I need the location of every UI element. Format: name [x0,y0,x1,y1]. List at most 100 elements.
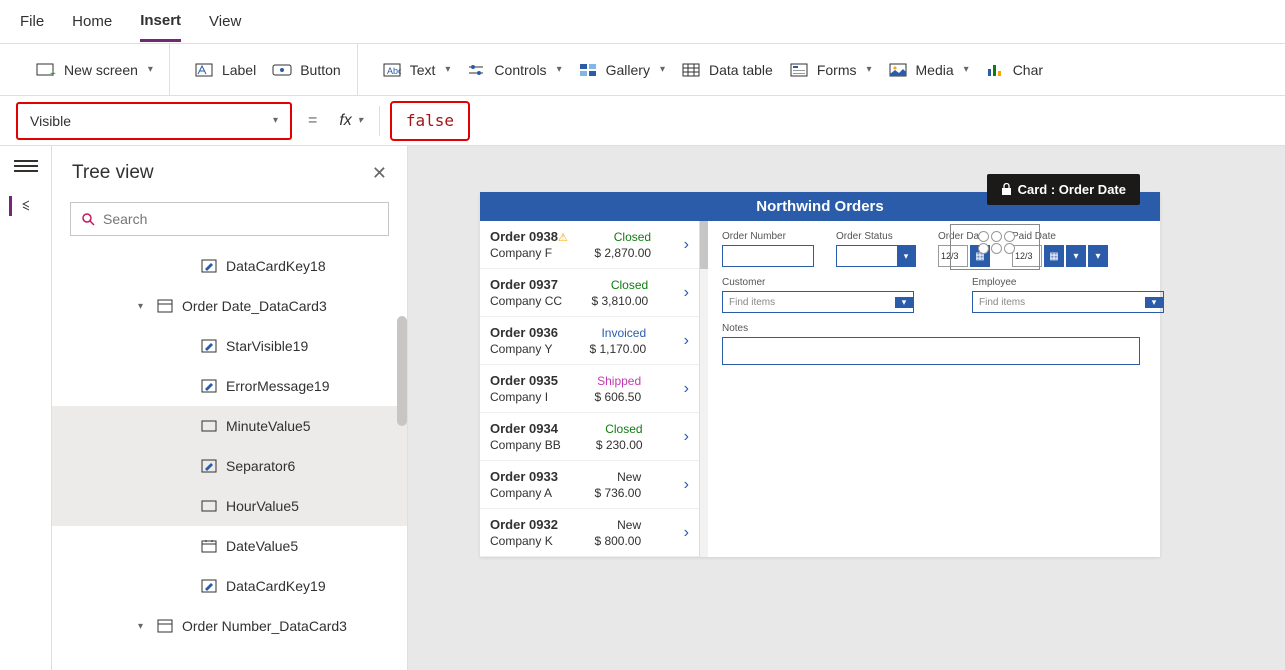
order-row[interactable]: Order 0934Company BBClosed$ 230.00› [480,413,699,461]
scrollbar-thumb[interactable] [700,221,708,269]
forms-icon [789,62,809,78]
gallery-button[interactable]: Gallery▾ [574,56,669,84]
new-screen-button[interactable]: + New screen▾ [32,56,157,84]
order-number-input[interactable] [722,245,814,267]
menu-file[interactable]: File [20,3,44,40]
control-icon [200,259,218,273]
tree-item[interactable]: MinuteValue5 [52,406,407,446]
table-icon [681,62,701,78]
layers-icon [22,199,29,213]
company-name: Company K [490,534,558,548]
order-row[interactable]: Order 0937Company CCClosed$ 3,810.00› [480,269,699,317]
chevron-down-icon[interactable]: ▾ [138,621,148,632]
tree-item-label: StarVisible19 [226,338,308,354]
notes-input[interactable] [722,337,1140,365]
tree-item[interactable]: StarVisible19 [52,326,407,366]
tree-search[interactable] [70,202,389,236]
formula-bar: Visible ▾ = fx▾ false [0,96,1285,146]
calendar-icon[interactable]: ▦ [1044,245,1064,267]
chevron-right-icon[interactable]: › [678,524,689,542]
order-number: Order 0938 [490,229,558,244]
order-list[interactable]: Order 0938⚠Company FClosed$ 2,870.00›Ord… [480,221,700,557]
employee-select[interactable]: Find items▾ [972,291,1164,313]
menu-insert[interactable]: Insert [140,2,181,42]
chevron-down-icon[interactable]: ▾ [138,301,148,312]
tree-item[interactable]: ▾ Order Number_DataCard3 [52,606,407,646]
tree-item[interactable]: HourValue5 [52,486,407,526]
fx-button[interactable]: fx▾ [333,112,368,130]
tree-item-label: Order Number_DataCard3 [182,618,347,634]
order-row[interactable]: Order 0936Company YInvoiced$ 1,170.00› [480,317,699,365]
text-button[interactable]: Abc Text▾ [378,56,455,84]
order-number: Order 0936 [490,325,558,340]
chevron-right-icon[interactable]: › [678,236,689,254]
order-status: New [617,518,641,532]
chevron-down-icon: ▾ [964,64,969,75]
order-row[interactable]: Order 0933Company ANew$ 736.00› [480,461,699,509]
order-status-select[interactable]: ▾ [836,245,916,267]
tree-item[interactable]: DataCardKey19 [52,566,407,606]
chevron-right-icon[interactable]: › [678,428,689,446]
search-input[interactable] [103,211,378,227]
canvas[interactable]: Northwind Orders Card : Order Date Order… [408,146,1285,670]
company-name: Company A [490,486,558,500]
chevron-down-icon: ▾ [866,64,871,75]
tree-item[interactable]: ▾ Order Date_DataCard3 [52,286,407,326]
menu-view[interactable]: View [209,3,241,40]
customer-select[interactable]: Find items▾ [722,291,914,313]
media-button[interactable]: Media▾ [884,56,973,84]
property-selector[interactable]: Visible ▾ [16,102,292,140]
hamburger-icon[interactable] [14,160,38,176]
selection-handles[interactable] [978,231,1016,254]
order-status: New [617,470,641,484]
app-title-bar: Northwind Orders Card : Order Date [480,192,1160,221]
control-icon [200,459,218,473]
chevron-down-icon: ▾ [1145,297,1163,308]
text-icon: Abc [382,62,402,78]
employee-label: Employee [972,277,1164,288]
button-button[interactable]: Button [268,56,344,84]
chart-button[interactable]: Char [981,56,1047,84]
order-status: Invoiced [601,326,646,340]
controls-icon [466,62,486,78]
controls-button[interactable]: Controls▾ [462,56,565,84]
tree-item-label: Order Date_DataCard3 [182,298,327,314]
order-detail-form: Order Number Order Status▾ Order Date 12… [708,221,1178,557]
order-row[interactable]: Order 0932Company KNew$ 800.00› [480,509,699,557]
left-rail [0,146,52,670]
company-name: Company I [490,390,558,404]
order-number: Order 0935 [490,373,558,388]
company-name: Company Y [490,342,558,356]
tree-item[interactable]: ErrorMessage19 [52,366,407,406]
button-icon [272,62,292,78]
control-icon [200,579,218,593]
tree-item-label: DataCardKey18 [226,258,326,274]
chevron-right-icon[interactable]: › [678,284,689,302]
chevron-down-icon: ▾ [557,64,562,75]
order-status: Closed [605,422,642,436]
chart-icon [985,62,1005,78]
scrollbar-thumb[interactable] [397,316,407,426]
menu-home[interactable]: Home [72,3,112,40]
chevron-down-icon[interactable]: ▾ [1066,245,1086,267]
order-number: Order 0934 [490,421,558,436]
scrollbar-track[interactable] [700,269,708,557]
close-icon[interactable]: ✕ [372,163,387,184]
order-row[interactable]: Order 0935Company IShipped$ 606.50› [480,365,699,413]
tree-item[interactable]: Separator6 [52,446,407,486]
order-row[interactable]: Order 0938⚠Company FClosed$ 2,870.00› [480,221,699,269]
tree-view-rail-button[interactable] [9,196,29,216]
customer-label: Customer [722,277,914,288]
forms-button[interactable]: Forms▾ [785,56,876,84]
chevron-right-icon[interactable]: › [678,332,689,350]
tree-item[interactable]: DateValue5 [52,526,407,566]
label-button[interactable]: Label [190,56,260,84]
tree-item[interactable]: DataCardKey18 [52,246,407,286]
chevron-right-icon[interactable]: › [678,380,689,398]
order-amount: $ 2,870.00 [594,246,651,260]
chevron-down-icon[interactable]: ▾ [1088,245,1108,267]
formula-input[interactable]: false [390,101,470,141]
chevron-down-icon: ▾ [660,64,665,75]
chevron-right-icon[interactable]: › [678,476,689,494]
data-table-button[interactable]: Data table [677,56,777,84]
